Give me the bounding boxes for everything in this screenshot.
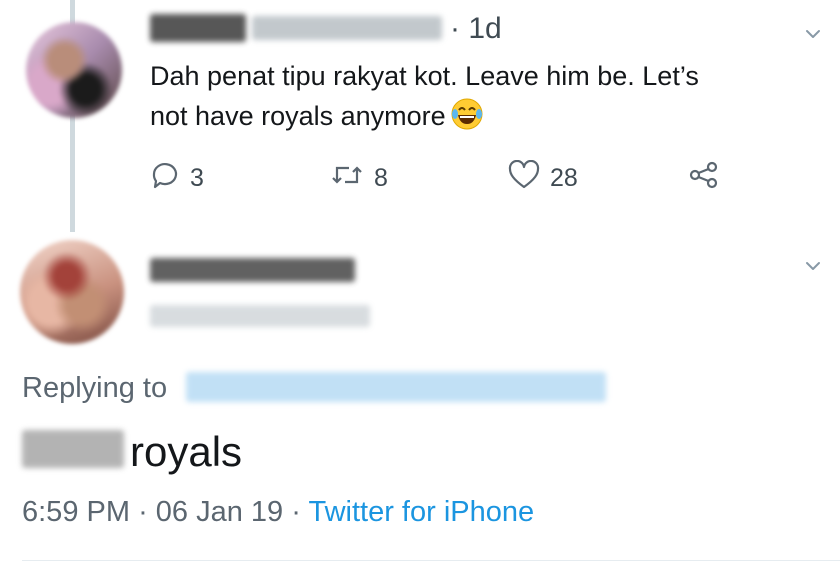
like-button[interactable]: 28: [508, 159, 578, 197]
tweet-text: royals: [130, 428, 243, 475]
redacted-username[interactable]: [150, 305, 370, 327]
tweet-timestamp[interactable]: 6:59 PM: [22, 496, 130, 528]
retweet-button[interactable]: 8: [330, 160, 388, 197]
share-icon: [688, 160, 720, 197]
laughing-emoji-icon: [450, 97, 484, 131]
chevron-down-icon[interactable]: [805, 258, 821, 274]
reply-button[interactable]: 3: [150, 160, 204, 197]
tweet-text: Dah penat tipu rakyat kot. Leave him be.…: [150, 56, 800, 136]
separator: ·: [291, 496, 301, 528]
reply-icon: [150, 160, 180, 197]
divider: [22, 560, 840, 561]
reply-count: 3: [190, 164, 204, 192]
like-count: 28: [550, 164, 578, 192]
censored-word: [22, 430, 124, 468]
avatar[interactable]: [26, 22, 122, 118]
share-button[interactable]: [688, 160, 720, 197]
chevron-down-icon[interactable]: [805, 26, 821, 42]
tweet-source-link[interactable]: Twitter for iPhone: [308, 496, 534, 528]
tweet-time[interactable]: · 1d: [450, 12, 502, 46]
tweet-text-line-2: not have royals anymore: [150, 101, 446, 131]
heart-icon: [508, 159, 540, 197]
redacted-reply-handles[interactable]: [186, 372, 606, 402]
retweet-icon: [330, 160, 364, 197]
redacted-display-name[interactable]: [150, 14, 246, 42]
tweet-metadata: 6:59 PM · 06 Jan 19 · Twitter for iPhone: [22, 496, 534, 529]
redacted-username[interactable]: [252, 16, 442, 40]
separator: ·: [138, 496, 148, 528]
avatar[interactable]: [20, 240, 124, 344]
tweet-text-line-1: Dah penat tipu rakyat kot. Leave him be.…: [150, 61, 699, 91]
replying-to-label: Replying to: [22, 372, 168, 404]
retweet-count: 8: [374, 164, 388, 192]
redacted-display-name[interactable]: [150, 258, 355, 282]
tweet-date[interactable]: 06 Jan 19: [156, 496, 283, 528]
